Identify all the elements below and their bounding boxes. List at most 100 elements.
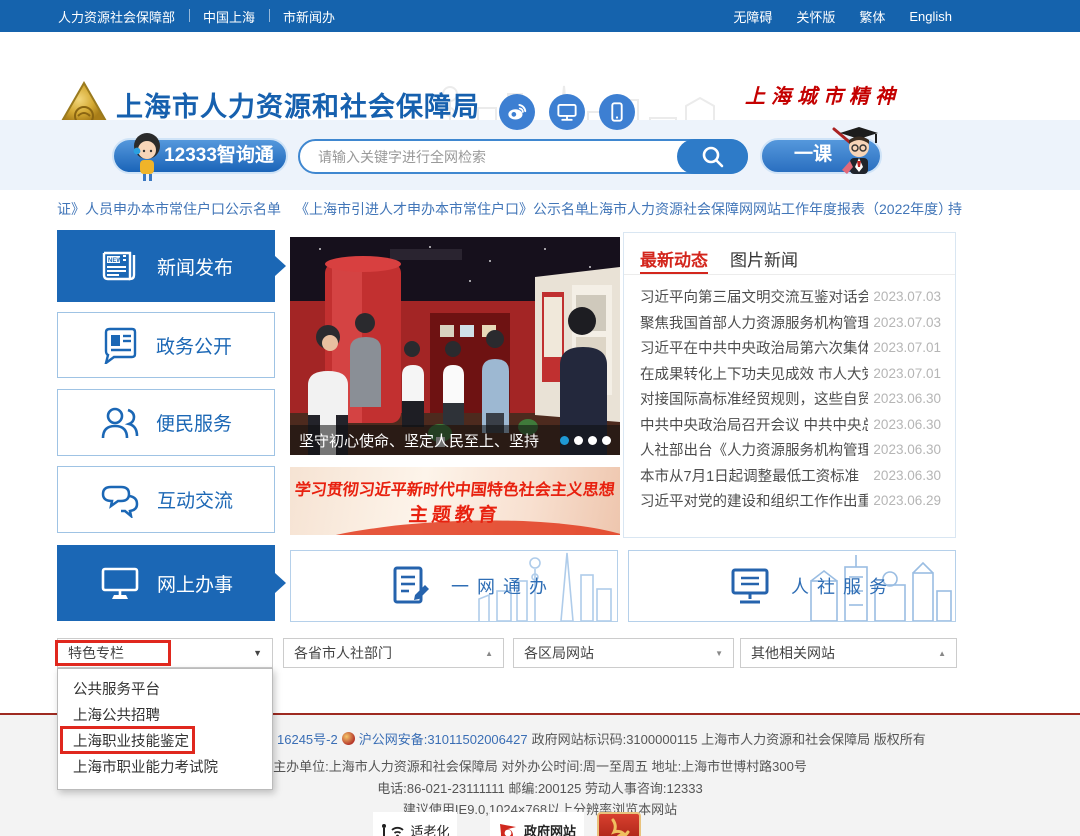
link-traditional[interactable]: 繁体 — [859, 7, 885, 26]
link-mohrss[interactable]: 人力资源社会保障部 — [44, 7, 189, 26]
news-date: 2023.07.03 — [873, 289, 941, 304]
news-date: 2023.06.30 — [873, 417, 941, 432]
select-label: 各区局网站 — [524, 643, 594, 663]
document-icon — [100, 326, 140, 364]
chat-icon — [99, 482, 141, 518]
news-item[interactable]: 习近平向第三届文明交流互鉴对话会暨... 2023.07.03 — [640, 284, 941, 310]
gov-site-logo-icon — [498, 820, 518, 836]
mobile-site-icon[interactable] — [599, 94, 635, 130]
tab-photo-news[interactable]: 图片新闻 — [730, 246, 798, 274]
news-date: 2023.06.30 — [873, 468, 941, 483]
link-china-shanghai[interactable]: 中国上海 — [189, 7, 269, 26]
news-item[interactable]: 习近平对党的建设和组织工作作出重要... 2023.06.29 — [640, 488, 941, 514]
select-related-sites[interactable]: 其他相关网站 ▲ — [740, 638, 957, 668]
dropdown-option-shanghai-public-recruitment[interactable]: 上海公共招聘 — [58, 703, 272, 729]
dropdown-option-vocational-skill-appraisal[interactable]: 上海职业技能鉴定 — [58, 729, 272, 755]
link-accessibility[interactable]: 无障碍 — [733, 7, 772, 26]
select-district-sites[interactable]: 各区局网站 ▼ — [513, 638, 734, 668]
sidebar-item-public-services[interactable]: 便民服务 — [57, 389, 275, 456]
news-item[interactable]: 人社部出台《人力资源服务机构管理规... 2023.06.30 — [640, 437, 941, 463]
news-item[interactable]: 在成果转化上下功夫见成效 市人大党组... 2023.07.01 — [640, 361, 941, 387]
course-mascot-icon — [826, 123, 884, 177]
news-date: 2023.07.03 — [873, 315, 941, 330]
gov-site-badge[interactable]: 政府网站 — [490, 812, 584, 836]
ticker-link-3[interactable]: 上海市人力资源社会保障网网站工作年度报表（2022年度） — [585, 199, 952, 219]
banner-label: 一网通办 — [451, 573, 555, 599]
news-title[interactable]: 对接国际高标准经贸规则，这些自贸区... — [640, 388, 868, 409]
news-carousel[interactable]: 坚守初心使命、坚定人民至上、坚持... — [290, 237, 620, 455]
hotline-mascot-icon — [124, 130, 170, 182]
desktop-site-icon[interactable] — [549, 94, 585, 130]
news-date: 2023.07.01 — [873, 340, 941, 355]
header-social-icons — [499, 94, 635, 130]
dropdown-option-public-service-platform[interactable]: 公共服务平台 — [58, 677, 272, 703]
hotline-12333-button[interactable]: 12333智询通 — [112, 138, 288, 174]
carousel-dots — [560, 436, 611, 445]
carousel-dot-2[interactable] — [574, 436, 583, 445]
monitor-icon — [99, 564, 141, 602]
news-item[interactable]: 本市从7月1日起调整最低工资标准 2023.06.30 — [640, 463, 941, 489]
news-title[interactable]: 在成果转化上下功夫见成效 市人大党组... — [640, 363, 868, 384]
chevron-down-icon: ▼ — [715, 649, 723, 658]
accessibility-badge-label: 适老化 — [410, 821, 449, 836]
news-title[interactable]: 习近平对党的建设和组织工作作出重要... — [640, 490, 868, 511]
news-title[interactable]: 人社部出台《人力资源服务机构管理规... — [640, 439, 868, 460]
carousel-dot-3[interactable] — [588, 436, 597, 445]
security-filing-link[interactable]: 沪公网安备:31011502006427 — [359, 729, 528, 748]
ticker-link-4[interactable]: 持 — [948, 199, 962, 219]
news-title[interactable]: 中共中央政治局召开会议 中共中央总书... — [640, 414, 868, 435]
sidebar-label: 便民服务 — [156, 409, 232, 436]
featured-columns-dropdown: 公共服务平台 上海公共招聘 上海职业技能鉴定 上海市职业能力考试院 — [57, 668, 273, 790]
dropdown-option-vocational-ability-exam-institute[interactable]: 上海市职业能力考试院 — [58, 755, 272, 781]
select-provincial-hr-depts[interactable]: 各省市人社部门 ▲ — [283, 638, 504, 668]
sidebar-item-interaction[interactable]: 互动交流 — [57, 466, 275, 533]
carousel-caption[interactable]: 坚守初心使命、坚定人民至上、坚持... — [299, 430, 539, 451]
course-button[interactable]: 一课 — [760, 138, 882, 174]
news-title[interactable]: 习近平在中共中央政治局第六次集体学... — [640, 337, 868, 358]
news-item[interactable]: 聚焦我国首部人力资源服务机构管理规定 2023.07.03 — [640, 310, 941, 336]
banner-yiwangtongban[interactable]: 一网通办 — [290, 550, 618, 622]
icp-link[interactable]: 16245号-2 — [277, 729, 338, 748]
topbar-left-links: 人力资源社会保障部 中国上海 市新闻办 — [44, 7, 349, 26]
sidebar-item-gov-disclosure[interactable]: 政务公开 — [57, 312, 275, 378]
news-title[interactable]: 习近平向第三届文明交流互鉴对话会暨... — [640, 286, 868, 307]
news-item[interactable]: 对接国际高标准经贸规则，这些自贸区... 2023.06.30 — [640, 386, 941, 412]
search-button[interactable] — [677, 139, 748, 174]
link-care-version[interactable]: 关怀版 — [796, 7, 835, 26]
carousel-photo — [290, 237, 620, 455]
accessibility-badge[interactable]: 适老化 — [373, 812, 457, 836]
sidebar-item-online-services[interactable]: 网上办事 — [57, 545, 275, 621]
search-icon — [700, 144, 726, 170]
error-report-badge[interactable] — [597, 812, 641, 836]
topbar-right-links: 无障碍 关怀版 繁体 English — [733, 7, 952, 26]
carousel-dot-4[interactable] — [602, 436, 611, 445]
link-city-news-office[interactable]: 市新闻办 — [269, 7, 349, 26]
news-list: 习近平向第三届文明交流互鉴对话会暨... 2023.07.03 聚焦我国首部人力… — [624, 275, 955, 514]
site-title: 上海市人力资源和社会保障局 — [116, 85, 480, 124]
sidebar-label: 新闻发布 — [157, 253, 233, 280]
footer-copyright: 政府网站标识码:3100000115 上海市人力资源和社会保障局 版权所有 — [532, 729, 926, 748]
news-date: 2023.06.30 — [873, 391, 941, 406]
news-item[interactable]: 中共中央政治局召开会议 中共中央总书... 2023.06.30 — [640, 412, 941, 438]
select-featured-columns[interactable]: 特色专栏 ▼ — [57, 638, 273, 668]
theme-education-banner[interactable]: 学习贯彻习近平新时代中国特色社会主义思想 主题教育 — [290, 467, 620, 535]
carousel-caption-bar: 坚守初心使命、坚定人民至上、坚持... — [290, 425, 620, 455]
link-english[interactable]: English — [909, 9, 952, 24]
news-item[interactable]: 习近平在中共中央政治局第六次集体学... 2023.07.01 — [640, 335, 941, 361]
sidebar-label: 网上办事 — [157, 570, 233, 597]
weibo-icon[interactable] — [499, 94, 535, 130]
banner-line2: 主题教育 — [290, 500, 620, 527]
tab-latest-news[interactable]: 最新动态 — [640, 246, 708, 274]
top-bar: 人力资源社会保障部 中国上海 市新闻办 无障碍 关怀版 繁体 English — [0, 0, 1080, 32]
sidebar-item-news[interactable]: NEWS 新闻发布 — [57, 230, 275, 302]
banner-renshe-service[interactable]: 人社服务 — [628, 550, 956, 622]
document-pencil-icon — [391, 565, 431, 607]
news-title[interactable]: 聚焦我国首部人力资源服务机构管理规定 — [640, 312, 868, 333]
news-date: 2023.06.30 — [873, 442, 941, 457]
city-spirit-title: 上海城市精神 — [745, 80, 991, 109]
news-title[interactable]: 本市从7月1日起调整最低工资标准 — [640, 465, 859, 486]
ticker-link-2[interactable]: 《上海市引进人才申办本市常住户口》公示名单 — [295, 199, 589, 219]
banner-label: 人社服务 — [791, 573, 895, 599]
ticker-link-1[interactable]: 证》人员申办本市常住户口公示名单 — [57, 199, 281, 219]
carousel-dot-1[interactable] — [560, 436, 569, 445]
